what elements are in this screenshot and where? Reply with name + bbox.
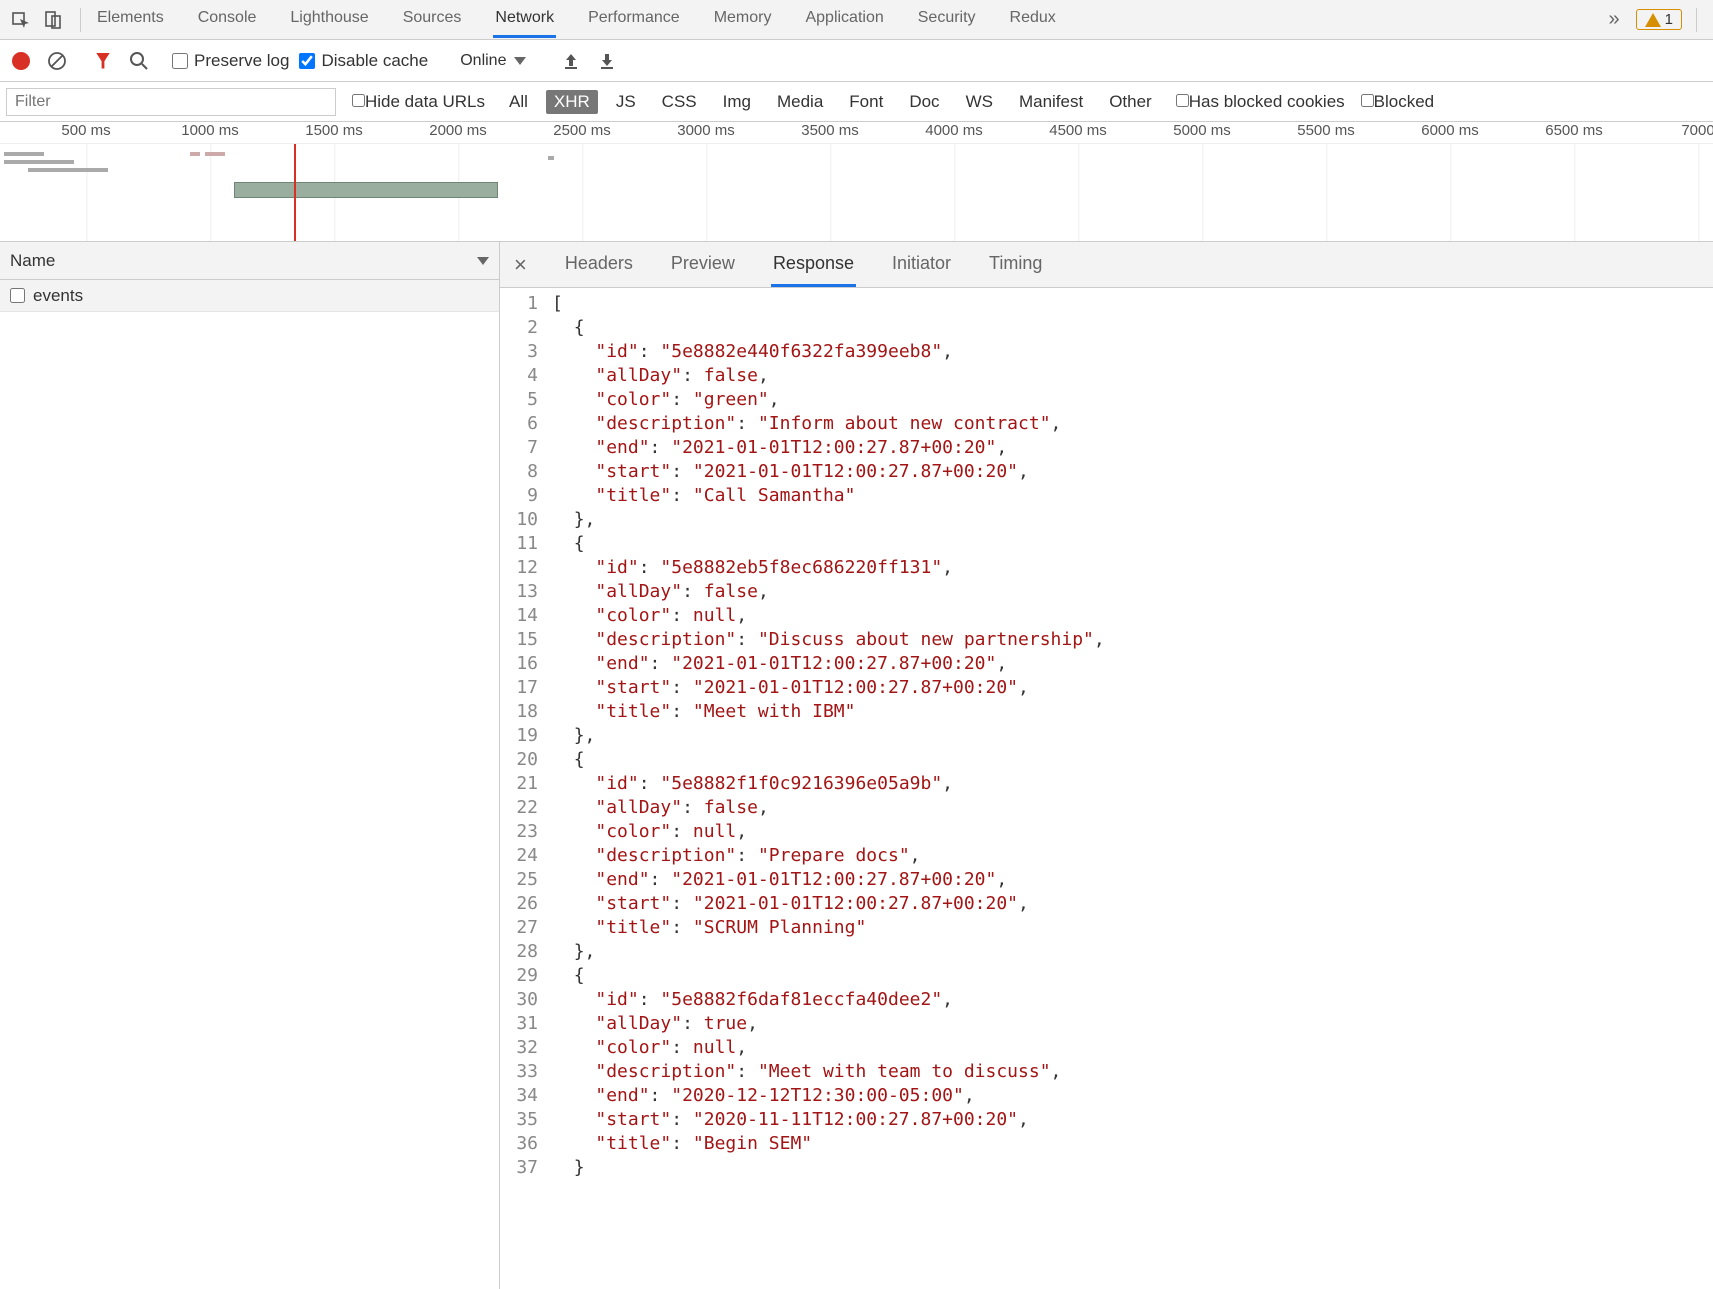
timeline-tick: 5500 ms: [1297, 122, 1355, 139]
warnings-badge[interactable]: 1: [1636, 9, 1682, 30]
tab-sources[interactable]: Sources: [401, 1, 464, 38]
type-filter-chips: All XHR JS CSS Img Media Font Doc WS Manifest Othe…: [501, 90, 1160, 114]
type-chip-media[interactable]: Media: [769, 90, 831, 114]
divider: [80, 8, 81, 32]
type-chip-font[interactable]: Font: [841, 90, 891, 114]
timeline-tick: 3500 ms: [801, 122, 859, 139]
timeline-tick: 7000: [1681, 122, 1713, 139]
tab-security[interactable]: Security: [916, 1, 978, 38]
timeline-tick: 1500 ms: [305, 122, 363, 139]
network-controls-bar: Preserve log Disable cache Online: [0, 40, 1713, 82]
detail-tab-timing[interactable]: Timing: [987, 243, 1044, 287]
warnings-count: 1: [1665, 11, 1673, 28]
type-chip-js[interactable]: JS: [608, 90, 644, 114]
network-main: Name events × Headers Preview Response Init…: [0, 242, 1713, 1289]
close-icon[interactable]: ×: [506, 252, 535, 278]
record-button[interactable]: [8, 48, 34, 74]
request-list-pane: Name events: [0, 242, 500, 1289]
type-chip-all[interactable]: All: [501, 90, 536, 114]
timeline-tick: 5000 ms: [1173, 122, 1231, 139]
filter-input[interactable]: [6, 88, 336, 116]
top-tab-list: Elements Console Lighthouse Sources Network P…: [95, 1, 1593, 38]
detail-tab-response[interactable]: Response: [771, 243, 856, 287]
detail-tab-preview[interactable]: Preview: [669, 243, 737, 287]
detail-tab-headers[interactable]: Headers: [563, 243, 635, 287]
timeline-tick: 1000 ms: [181, 122, 239, 139]
response-body[interactable]: 1234567891011121314151617181920212223242…: [500, 288, 1713, 1289]
filter-icon[interactable]: [90, 48, 116, 74]
tab-console[interactable]: Console: [196, 1, 259, 38]
more-tabs[interactable]: »: [1599, 8, 1630, 31]
type-chip-css[interactable]: CSS: [654, 90, 705, 114]
type-chip-other[interactable]: Other: [1101, 90, 1160, 114]
type-chip-ws[interactable]: WS: [958, 90, 1001, 114]
request-list: events: [0, 280, 499, 1289]
hide-data-urls-checkbox[interactable]: Hide data URLs: [352, 92, 485, 112]
timeline-tick: 6000 ms: [1421, 122, 1479, 139]
tab-network[interactable]: Network: [493, 1, 556, 38]
tab-elements[interactable]: Elements: [95, 1, 166, 38]
chevron-down-icon: [514, 57, 526, 65]
network-timeline[interactable]: 500 ms 1000 ms 1500 ms 2000 ms 2500 ms 3000 m…: [0, 122, 1713, 242]
tab-application[interactable]: Application: [803, 1, 885, 38]
clear-icon[interactable]: [44, 48, 70, 74]
download-har-icon[interactable]: [594, 48, 620, 74]
timeline-tick: 4500 ms: [1049, 122, 1107, 139]
tab-memory[interactable]: Memory: [712, 1, 774, 38]
device-toolbar-icon[interactable]: [40, 7, 66, 33]
timeline-tick: 500 ms: [61, 122, 110, 139]
blocked-checkbox[interactable]: Blocked: [1361, 92, 1434, 112]
chevron-down-icon: [477, 257, 489, 265]
timeline-tick: 3000 ms: [677, 122, 735, 139]
type-chip-xhr[interactable]: XHR: [546, 90, 598, 114]
divider: [1696, 8, 1697, 32]
devtools-tabs-bar: Elements Console Lighthouse Sources Network P…: [0, 0, 1713, 40]
detail-tabs: × Headers Preview Response Initiator Timing: [500, 242, 1713, 288]
upload-har-icon[interactable]: [558, 48, 584, 74]
type-chip-doc[interactable]: Doc: [901, 90, 947, 114]
detail-tab-initiator[interactable]: Initiator: [890, 243, 953, 287]
has-blocked-cookies-checkbox[interactable]: Has blocked cookies: [1176, 92, 1345, 112]
network-filter-bar: Hide data URLs All XHR JS CSS Img Media Font Do…: [0, 82, 1713, 122]
type-chip-img[interactable]: Img: [715, 90, 759, 114]
request-checkbox[interactable]: [10, 288, 25, 303]
timeline-tick: 2000 ms: [429, 122, 487, 139]
tab-redux[interactable]: Redux: [1008, 1, 1058, 38]
request-list-header[interactable]: Name: [0, 242, 499, 280]
timeline-tick: 4000 ms: [925, 122, 983, 139]
inspect-icon[interactable]: [8, 7, 34, 33]
request-detail-pane: × HeadersPreviewResponseInitiatorTiming …: [500, 242, 1713, 1289]
request-name: events: [33, 286, 83, 306]
request-row[interactable]: events: [0, 280, 499, 312]
tab-performance[interactable]: Performance: [586, 1, 682, 38]
timeline-playhead[interactable]: [294, 144, 296, 242]
preserve-log-checkbox[interactable]: Preserve log: [172, 51, 289, 71]
throttling-select[interactable]: Online: [448, 52, 538, 70]
tab-lighthouse[interactable]: Lighthouse: [288, 1, 370, 38]
timeline-tick: 2500 ms: [553, 122, 611, 139]
timeline-tick: 6500 ms: [1545, 122, 1603, 139]
disable-cache-checkbox[interactable]: Disable cache: [299, 51, 428, 71]
search-icon[interactable]: [126, 48, 152, 74]
type-chip-manifest[interactable]: Manifest: [1011, 90, 1091, 114]
